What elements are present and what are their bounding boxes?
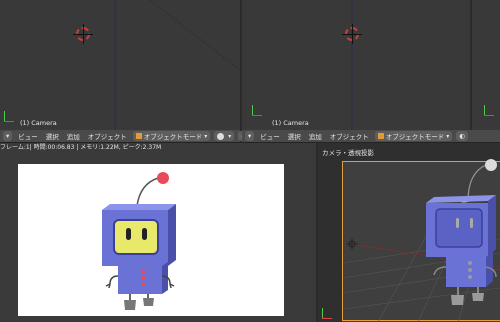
render-image — [18, 164, 284, 316]
axis-gizmo-icon — [320, 307, 334, 321]
menu-view[interactable]: ビュー — [16, 131, 40, 141]
3d-cursor-icon — [342, 24, 362, 44]
axis-gizmo-icon — [250, 104, 264, 118]
mode-select[interactable]: オブジェクトモード ▾ — [374, 131, 453, 141]
menu-select[interactable]: 選択 — [286, 131, 303, 141]
render-result-area[interactable] — [0, 152, 316, 322]
mode-label: オブジェクトモード — [385, 133, 445, 141]
render-info-bar: フレーム:1| 時間:00:06.83 | メモリ:1.22M, ピーク:2.3… — [0, 143, 316, 152]
menu-object[interactable]: オブジェクト — [328, 131, 371, 141]
pivot-select[interactable]: ◐ — [456, 131, 468, 141]
viewport-top-right[interactable] — [472, 0, 500, 130]
shading-select[interactable]: ▾ — [214, 131, 235, 141]
sphere-icon — [217, 132, 225, 140]
axis-gizmo-icon — [2, 110, 16, 124]
cube-icon — [135, 133, 142, 139]
viewport-top-left[interactable]: (1) Camera — [0, 0, 240, 130]
menu-view[interactable]: ビュー — [258, 131, 282, 141]
camera-scene — [342, 159, 500, 322]
viewport-grid-lines — [114, 0, 240, 130]
viewport-grid-lines — [351, 0, 353, 130]
viewport-top-middle[interactable]: (1) Camera — [242, 0, 470, 130]
viewport-object-label: (1) Camera — [20, 119, 57, 127]
editor-type-button[interactable]: ▾ — [245, 131, 255, 141]
3d-cursor-icon — [73, 24, 93, 44]
camera-viewport[interactable]: カメラ・透視投影 — [318, 143, 500, 322]
mode-label: オブジェクトモード — [143, 133, 203, 141]
menu-add[interactable]: 追加 — [65, 131, 82, 141]
chevron-down-icon: ▾ — [228, 132, 232, 140]
chevron-down-icon: ▾ — [446, 132, 450, 140]
axis-gizmo-icon — [482, 104, 496, 118]
cube-icon — [377, 133, 384, 139]
mode-select[interactable]: オブジェクトモード ▾ — [132, 131, 211, 141]
viewport-header-right: ▾ ビュー 選択 追加 オブジェクト オブジェクトモード ▾ ◐ — [242, 130, 500, 143]
chevron-down-icon: ▾ — [204, 132, 208, 140]
menu-add[interactable]: 追加 — [307, 131, 324, 141]
robot-render — [102, 172, 176, 310]
viewport-object-label: (1) Camera — [272, 119, 309, 127]
menu-select[interactable]: 選択 — [44, 131, 61, 141]
viewport-header-left: ▾ ビュー 選択 追加 オブジェクト オブジェクトモード▾ ▾ ◐ — [0, 130, 250, 143]
menu-object[interactable]: オブジェクト — [86, 131, 129, 141]
editor-type-button[interactable]: ▾ — [3, 131, 13, 141]
